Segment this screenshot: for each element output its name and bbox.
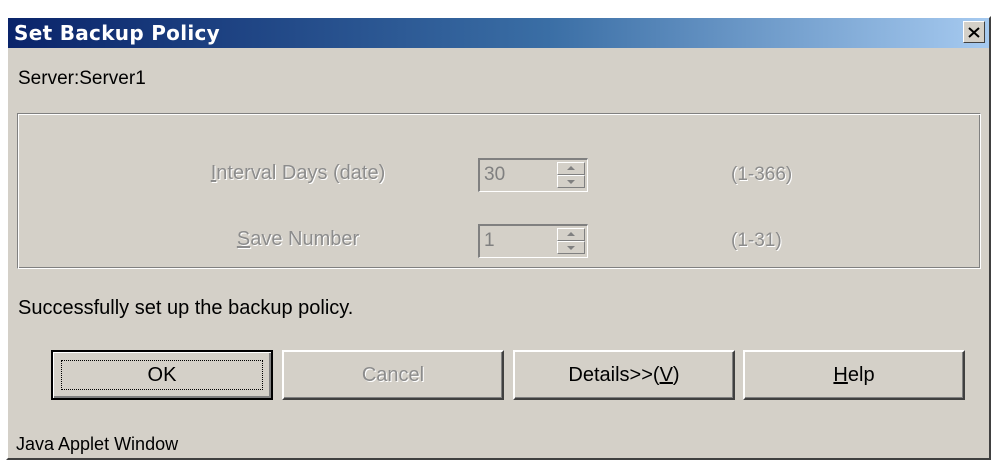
cancel-button[interactable]: Cancel <box>282 350 504 400</box>
cancel-button-label: Cancel <box>361 363 425 386</box>
window-title: Set Backup Policy <box>14 21 221 45</box>
server-label: Server:Server1 <box>18 68 146 89</box>
status-message: Successfully set up the backup policy. <box>18 297 354 319</box>
java-applet-window-label: Java Applet Window <box>16 434 179 454</box>
save-number-spinner[interactable]: 1 <box>478 224 588 258</box>
interval-days-spin-up-button[interactable] <box>557 162 585 175</box>
dialog-window: Set Backup Policy Server:Server1 Interva… <box>6 16 991 460</box>
interval-days-spin-buttons[interactable] <box>557 162 585 188</box>
save-number-range: (1-31) <box>731 230 782 251</box>
save-number-label: Save Number <box>236 228 360 250</box>
title-bar[interactable]: Set Backup Policy <box>8 18 989 48</box>
help-button[interactable]: Help <box>743 350 965 400</box>
interval-days-label: Interval Days (date) <box>210 162 386 184</box>
interval-days-range: (1-366) <box>731 164 793 185</box>
details-button-label: Details>>(V) <box>568 363 680 386</box>
interval-days-value[interactable]: 30 <box>484 164 505 186</box>
ok-button[interactable]: OK <box>51 350 273 400</box>
focus-ring <box>61 360 263 390</box>
close-button[interactable] <box>963 21 985 43</box>
policy-group-box: Interval Days (date) 30 (1-366) Save Num… <box>17 113 981 269</box>
details-button[interactable]: Details>>(V) <box>513 350 735 400</box>
interval-days-spin-down-button[interactable] <box>557 175 585 188</box>
save-number-spin-down-button[interactable] <box>557 241 585 254</box>
close-icon <box>968 26 980 38</box>
interval-days-spinner[interactable]: 30 <box>478 158 588 192</box>
save-number-spin-up-button[interactable] <box>557 228 585 241</box>
save-number-value[interactable]: 1 <box>484 230 495 252</box>
help-button-label: Help <box>833 363 875 386</box>
save-number-spin-buttons[interactable] <box>557 228 585 254</box>
